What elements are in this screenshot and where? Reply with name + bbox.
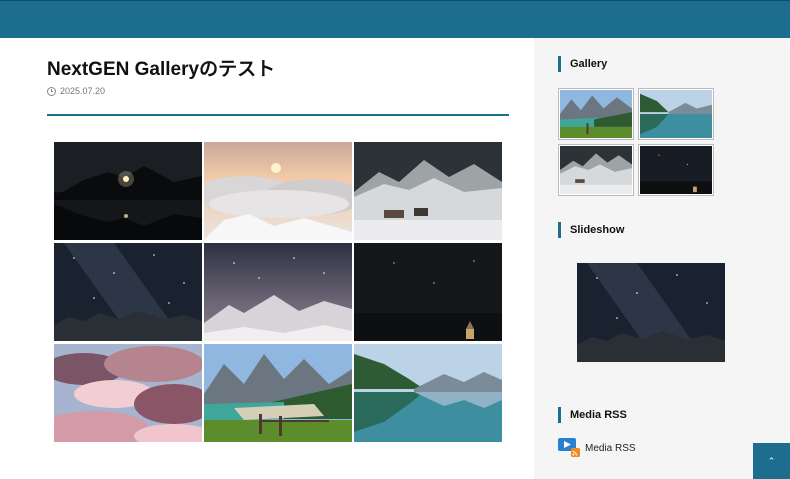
site-header-bar — [0, 0, 790, 38]
post-meta: 2025.07.20 — [47, 86, 105, 96]
gallery-thumb-sunrise-clouds[interactable] — [204, 142, 352, 240]
title-divider — [47, 114, 509, 116]
sidebar-thumb-forest-lake[interactable] — [638, 88, 714, 140]
post-title: NextGEN Galleryのテスト — [47, 59, 276, 80]
gallery-thumb-starry-peaks[interactable] — [204, 243, 352, 341]
sidebar-thumb-night-chapel[interactable] — [638, 144, 714, 196]
sidebar-thumb-snow-village[interactable] — [558, 144, 634, 196]
gallery-thumb-milky-way[interactable] — [54, 243, 202, 341]
media-rss-link[interactable]: Media RSS — [585, 443, 636, 454]
widget-title-slideshow: Slideshow — [558, 222, 624, 238]
widget-title-media-rss: Media RSS — [558, 407, 627, 423]
gallery-thumb-pink-clouds[interactable] — [54, 344, 202, 442]
clock-icon — [47, 86, 56, 96]
post-date: 2025.07.20 — [60, 86, 106, 96]
slideshow-image[interactable] — [577, 263, 725, 362]
sidebar-thumb-alpine-lake[interactable] — [558, 88, 634, 140]
gallery-thumb-night-chapel[interactable] — [354, 243, 502, 341]
gallery-thumb-forest-lake[interactable] — [354, 344, 502, 442]
chevron-up-icon: ⌃ — [767, 455, 776, 466]
gallery-grid — [54, 142, 503, 442]
media-rss-row: Media RSS — [558, 438, 636, 458]
gallery-thumb-alpine-lake[interactable] — [204, 344, 352, 442]
widget-title-gallery: Gallery — [558, 56, 607, 72]
gallery-thumb-snow-village[interactable] — [354, 142, 502, 240]
media-rss-icon[interactable] — [558, 438, 582, 458]
sidebar-gallery-grid — [558, 88, 714, 196]
gallery-thumb-night-lake[interactable] — [54, 142, 202, 240]
back-to-top-button[interactable]: ⌃ — [753, 443, 790, 479]
